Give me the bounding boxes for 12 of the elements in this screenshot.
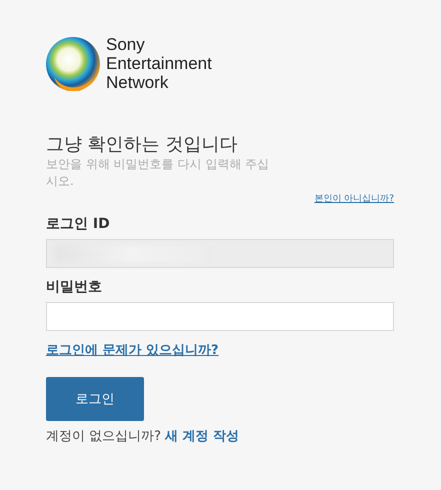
subtitle: 보안을 위해 비밀번호를 다시 입력해 주십시오. — [46, 156, 270, 190]
create-account-link[interactable]: 새 계정 작성 — [165, 427, 240, 445]
field-label: 비밀번호 — [46, 278, 103, 296]
field-label: 로그인 ID — [46, 215, 111, 233]
password-field[interactable] — [46, 302, 394, 331]
signup-prompt: 계정이 없으십니까? — [46, 428, 162, 445]
brand-name: Sony Entertainment Network — [106, 35, 212, 92]
logo-icon — [46, 36, 100, 90]
trouble-link[interactable]: 로그인에 문제가 있으십니까? — [46, 341, 219, 359]
heading: 그냥 확인하는 것입니다 — [46, 134, 238, 156]
not-you-link[interactable]: 본인이 아니십니까? — [314, 192, 394, 205]
login-button[interactable]: 로그인 — [46, 377, 144, 421]
